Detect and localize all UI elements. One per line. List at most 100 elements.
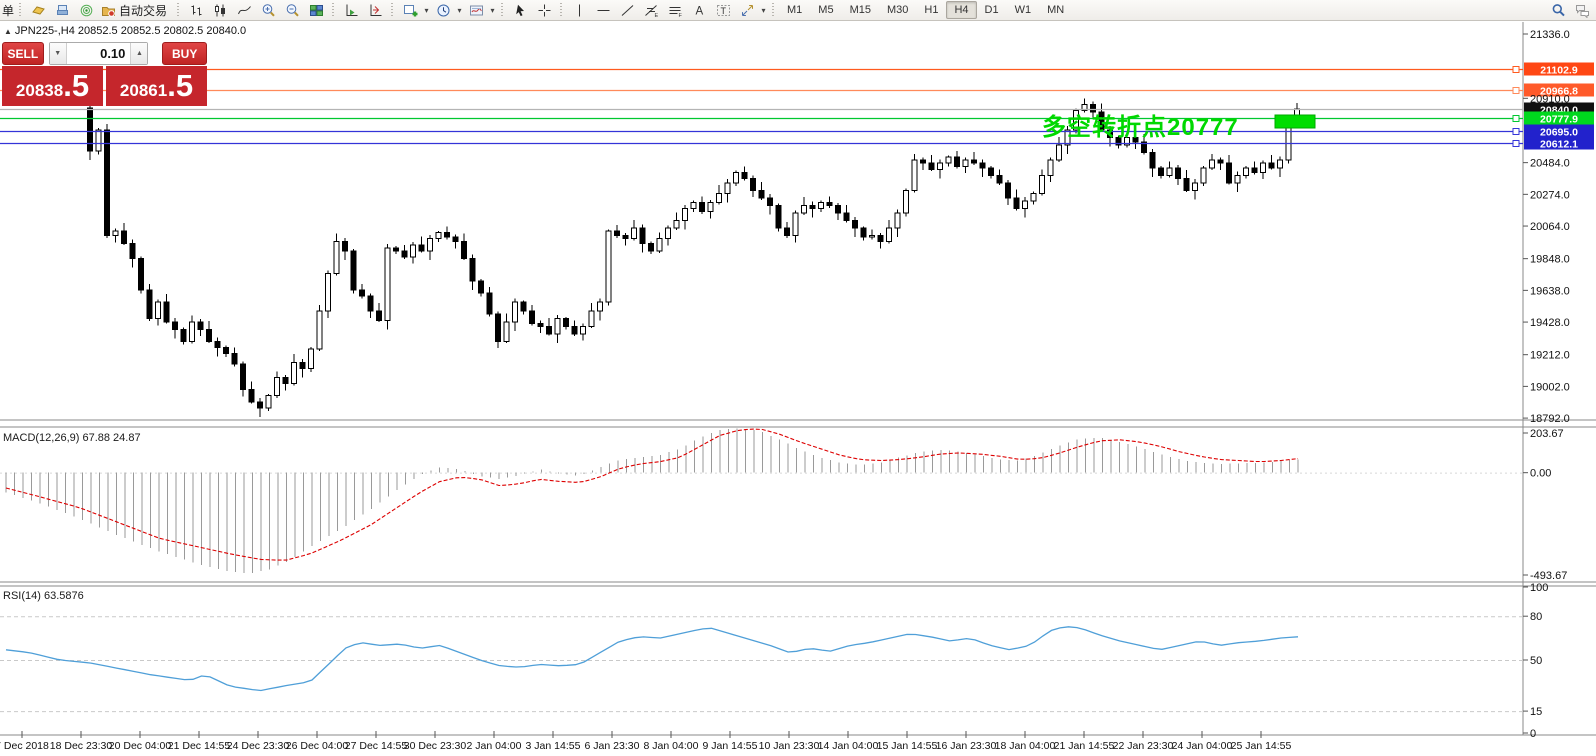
time-tick-label: 9 Jan 14:55 [702,740,758,752]
autotrading-button[interactable]: 自动交易 [98,0,173,21]
arrows-button[interactable] [735,0,759,21]
candle-body [1277,159,1283,169]
sell-button[interactable]: SELL [2,42,44,65]
candle-body [401,250,408,258]
fibonacci-button[interactable]: E [639,0,663,21]
new-order-label-cut[interactable]: 单 [2,2,15,19]
time-tick-label: 25 Jan 14:55 [1230,740,1292,752]
dropdown-caret[interactable]: ▾ [422,6,431,15]
level-lines[interactable]: 21102.920966.820840.020777.920695.020612… [0,62,1594,151]
candle-body [563,318,569,327]
search-button[interactable] [1546,0,1570,21]
text-button[interactable]: A [687,0,711,21]
candle-body [741,171,748,179]
candle-body [1268,162,1275,169]
trendline-button[interactable] [615,0,639,21]
timeframe-w1[interactable]: W1 [1007,1,1040,19]
candle-body [758,189,765,199]
text-label-button[interactable]: T [711,0,735,21]
timeframe-m5[interactable]: M5 [810,1,841,19]
timeframe-m1[interactable]: M1 [779,1,810,19]
new-order-button[interactable] [26,0,50,21]
line-chart-button[interactable] [232,0,256,21]
timeframe-mn[interactable]: MN [1039,1,1072,19]
pane-borders [0,22,1596,736]
volume-down-button[interactable]: ▼ [49,43,67,64]
dropdown-caret[interactable]: ▾ [488,6,497,15]
horizontal-line-button[interactable] [591,0,615,21]
price-tick-label: 21336.0 [1530,29,1570,41]
candle-body [631,227,637,240]
level-handle [1512,87,1520,94]
candle-body [733,171,739,184]
auto-scroll-button[interactable] [339,0,363,21]
equidistant-channel-button[interactable]: F [663,0,687,21]
chart-canvas[interactable]: 21102.920966.820840.020777.920695.020612… [0,0,1596,756]
chat-icon [1575,3,1590,18]
bid-price[interactable]: 20838.5 [2,66,103,106]
candle-body [1039,174,1045,194]
candle-body [784,227,790,237]
candle-body [206,328,212,342]
zoom-out-button[interactable] [280,0,304,21]
candle-body [988,167,994,176]
candle-body [1005,182,1011,199]
annotation-text[interactable]: 多空转折点20777 [1042,107,1239,142]
candle-body [920,159,926,164]
symbol-trend-icon: ▲ [4,27,12,36]
volume-value[interactable]: 0.10 [67,43,131,64]
candle-body [410,244,416,258]
candle-body [393,247,399,252]
candle-body [571,325,578,335]
cursor-button[interactable] [508,0,532,21]
annotation-box[interactable] [1274,114,1316,129]
print-button[interactable] [50,0,74,21]
buy-button[interactable]: BUY [162,42,207,65]
timeframe-h4[interactable]: H4 [946,1,977,19]
timeframe-bar: M1 M5 M15 M30 H1 H4 D1 W1 MN [779,0,1072,21]
tile-windows-button[interactable] [304,0,328,21]
candle-body [792,212,799,237]
candle-body [724,182,731,194]
candle-body [699,201,705,213]
profiles-icon [436,3,451,18]
timeframe-m30[interactable]: M30 [879,1,916,19]
chat-button[interactable] [1570,0,1594,21]
candle-body [1260,162,1266,173]
candlestick-chart-icon [213,3,228,18]
chart-window[interactable]: ▲ JPN225-,H4 20852.5 20852.5 20802.5 2084… [0,21,1596,756]
candlestick-chart-button[interactable] [208,0,232,21]
price-tick-label: 19848.0 [1530,254,1570,266]
bar-chart-button[interactable] [184,0,208,21]
candle-body [945,156,952,164]
candle-body [367,295,374,312]
chart-shift-button[interactable] [363,0,387,21]
dropdown-caret[interactable]: ▾ [455,6,464,15]
candle-body [1209,159,1215,169]
templates-button[interactable] [464,0,488,21]
zoom-in-button[interactable] [256,0,280,21]
svg-text:E: E [654,13,658,18]
trendline-icon [620,3,635,18]
candle-body [767,197,773,207]
rsi-scale-label: 0 [1530,728,1536,740]
new-chart-button[interactable] [398,0,422,21]
candle-body [240,363,246,391]
crosshair-button[interactable] [532,0,556,21]
vertical-line-button[interactable] [567,0,591,21]
timeframe-m15[interactable]: M15 [842,1,879,19]
toolbar-separator [390,2,396,18]
timeframe-d1[interactable]: D1 [977,1,1007,19]
rsi-scale-label: 15 [1530,706,1542,718]
candle-body [452,236,459,243]
ask-price[interactable]: 20861.5 [106,66,207,106]
timeframe-h1[interactable]: H1 [916,1,946,19]
candle-body [299,362,306,370]
dropdown-caret[interactable]: ▾ [759,6,768,15]
broadcast-button[interactable] [74,0,98,21]
volume-up-button[interactable]: ▲ [130,43,148,64]
chart-title: ▲ JPN225-,H4 20852.5 20852.5 20802.5 2084… [4,25,247,37]
toolbar-separator [331,2,337,18]
profiles-button[interactable] [431,0,455,21]
candle-body [911,159,918,191]
